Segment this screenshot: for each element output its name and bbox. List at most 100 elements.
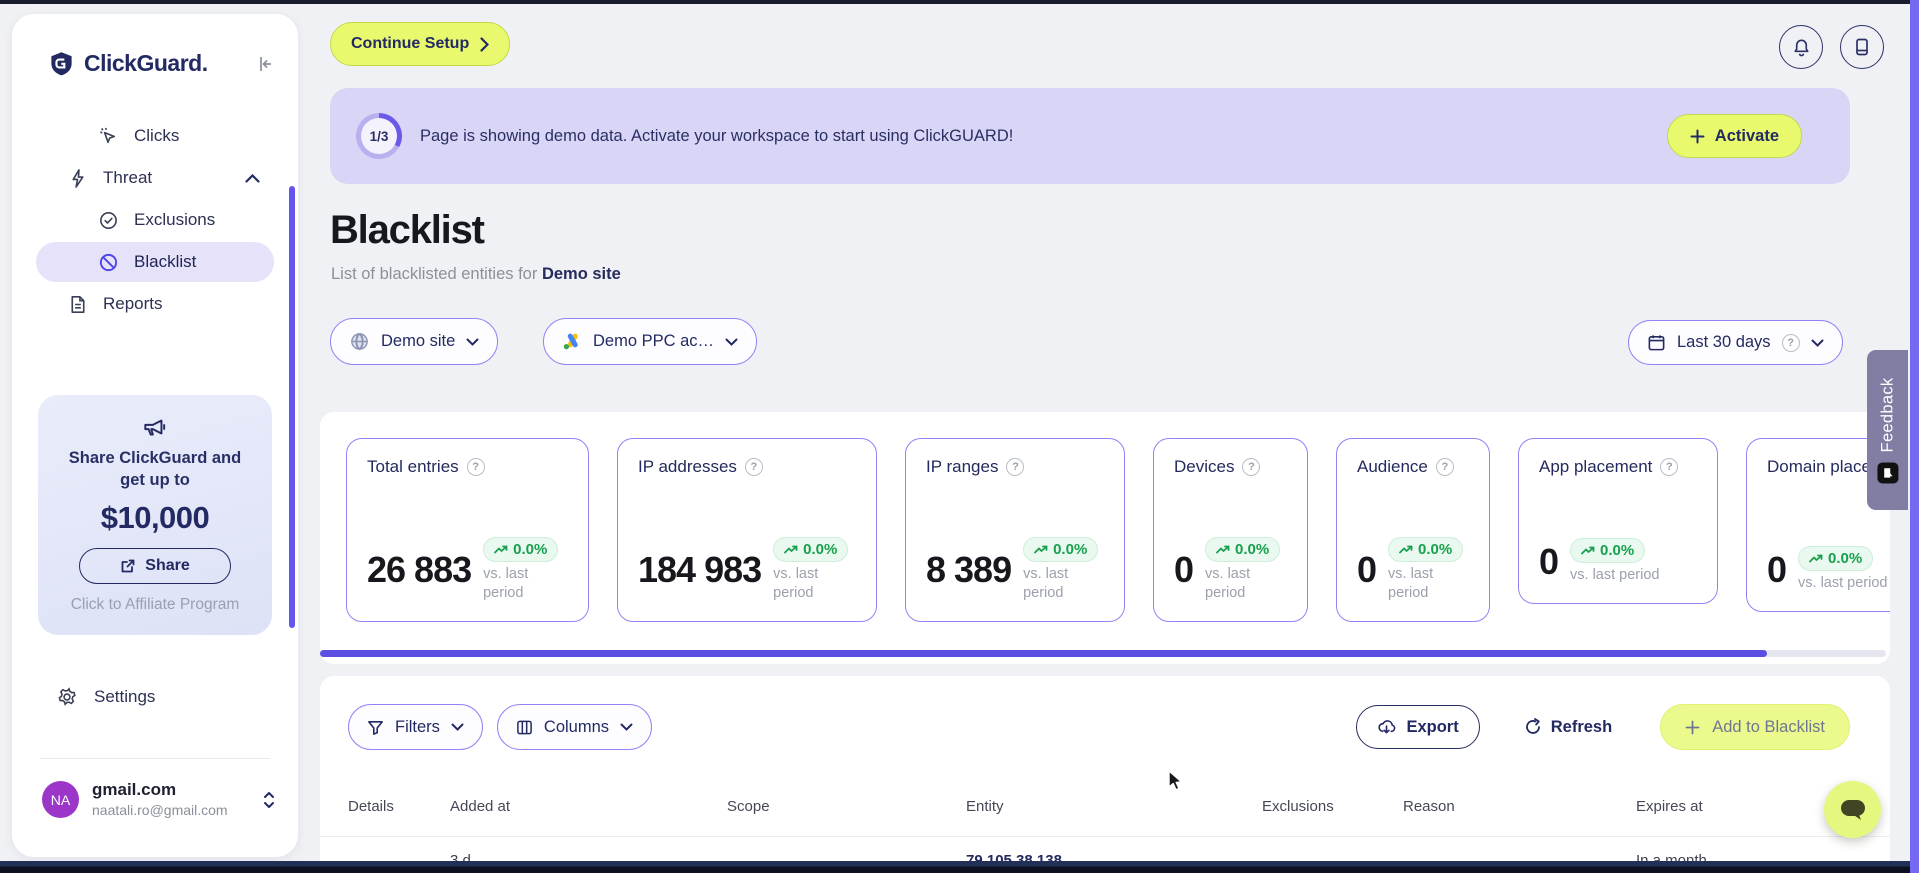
trend-up-icon — [1809, 554, 1823, 563]
stat-card-title: IP addresses — [638, 457, 737, 476]
help-icon[interactable]: ? — [744, 458, 763, 476]
divider — [320, 836, 1890, 837]
avatar: NA — [42, 781, 79, 819]
table-row[interactable]: 3 d 79.105.38.138 In a month — [348, 852, 1890, 861]
trend-up-icon — [1034, 545, 1048, 554]
column-header-scope[interactable]: Scope — [727, 798, 966, 815]
filter-icon — [367, 719, 384, 736]
collapse-sidebar-icon[interactable] — [256, 54, 276, 74]
cell-expires-at: In a month — [1636, 852, 1707, 861]
stat-card-title: Audience — [1357, 457, 1428, 476]
continue-setup-button[interactable]: Continue Setup — [330, 22, 511, 66]
activate-button[interactable]: Activate — [1666, 114, 1802, 158]
plus-icon — [1685, 720, 1700, 735]
banner-message: Page is showing demo data. Activate your… — [420, 126, 1014, 145]
stats-horizontal-scrollbar-thumb[interactable] — [320, 650, 1767, 657]
stats-panel: Total entries ? 26 883 0.0% vs. last per… — [320, 412, 1890, 664]
export-button[interactable]: Export — [1356, 705, 1480, 749]
chevron-right-icon — [480, 36, 490, 52]
column-header-entity[interactable]: Entity — [966, 798, 1262, 815]
help-icon[interactable]: ? — [1242, 458, 1261, 476]
stat-card-total-entries: Total entries ? 26 883 0.0% vs. last per… — [346, 438, 589, 622]
page-vertical-scrollbar[interactable] — [1910, 0, 1919, 873]
column-header-exclusions[interactable]: Exclusions — [1262, 798, 1403, 815]
chat-launcher-button[interactable] — [1824, 781, 1881, 838]
sidebar-item-settings[interactable]: Settings — [56, 686, 155, 708]
trend-up-icon — [494, 545, 508, 554]
stats-horizontal-scrollbar-track[interactable] — [320, 650, 1886, 657]
column-header-expires-at[interactable]: Expires at — [1636, 798, 1846, 815]
demo-data-banner: 1/3 Page is showing demo data. Activate … — [330, 88, 1850, 184]
sidebar-item-exclusions[interactable]: Exclusions — [36, 200, 274, 240]
chevron-down-icon — [725, 338, 738, 346]
account-switcher[interactable]: NA gmail.com naatali.ro@gmail.com — [42, 780, 276, 819]
date-range-label: Last 30 days — [1677, 333, 1771, 351]
sidebar-item-blacklist[interactable]: Blacklist — [36, 242, 274, 282]
sidebar-scrollbar[interactable] — [289, 186, 295, 628]
trend-up-icon — [784, 545, 798, 554]
sidebar-item-label: Reports — [103, 294, 163, 313]
chevron-down-icon — [466, 338, 479, 346]
calendar-icon — [1647, 333, 1666, 352]
clicks-cursor-icon — [98, 126, 119, 147]
refresh-button[interactable]: Refresh — [1518, 717, 1618, 738]
help-icon[interactable]: ? — [1435, 458, 1454, 476]
filters-dropdown[interactable]: Filters — [348, 704, 483, 750]
chevron-up-icon[interactable] — [245, 173, 260, 183]
page-subtitle-text: List of blacklisted entities for — [331, 265, 538, 283]
chat-bubble-icon — [1840, 798, 1866, 822]
site-selector[interactable]: Demo site — [330, 318, 499, 365]
sidebar-item-threat[interactable]: Threat — [36, 158, 274, 198]
notifications-button[interactable] — [1779, 25, 1823, 69]
activate-label: Activate — [1714, 126, 1779, 145]
add-to-blacklist-button[interactable]: Add to Blacklist — [1660, 704, 1850, 750]
help-icon[interactable]: ? — [1006, 458, 1025, 476]
logo-text: ClickGuard. — [84, 50, 208, 76]
sidebar: ClickGuard. Clicks Threat Exclusions Bla… — [12, 14, 298, 857]
date-range-picker[interactable]: Last 30 days ? — [1628, 320, 1843, 365]
help-icon[interactable]: ? — [1660, 458, 1679, 476]
trend-up-icon — [1216, 545, 1230, 554]
stat-card-app-placement: App placement ? 0 0.0% vs. last period — [1518, 438, 1718, 604]
cell-entity[interactable]: 79.105.38.138 — [966, 852, 1262, 861]
help-icon: ? — [1781, 333, 1800, 352]
add-to-blacklist-label: Add to Blacklist — [1712, 717, 1825, 736]
sidebar-item-clicks[interactable]: Clicks — [36, 116, 274, 156]
page-subtitle: List of blacklisted entities for Demo si… — [331, 265, 621, 284]
stat-card-title: Total entries — [367, 457, 459, 476]
columns-dropdown[interactable]: Columns — [496, 704, 653, 750]
ppc-account-label: Demo PPC ac… — [593, 332, 715, 350]
page-title: Blacklist — [330, 208, 485, 252]
page-subtitle-site: Demo site — [541, 265, 621, 283]
stat-card-value: 184 983 — [638, 549, 762, 591]
compare-label: vs. last period — [483, 566, 529, 602]
feedback-tab[interactable]: Feedback — [1867, 350, 1908, 510]
stat-card-value: 0 — [1767, 548, 1787, 590]
column-header-details[interactable]: Details — [348, 798, 450, 815]
compare-label: vs. last period — [1388, 566, 1434, 602]
ppc-account-selector[interactable]: Demo PPC ac… — [543, 318, 758, 365]
filters-label: Filters — [395, 717, 440, 736]
stat-card-value: 0 — [1357, 549, 1377, 591]
chevron-down-icon — [1811, 339, 1824, 347]
table-header-row: Details Added at Scope Entity Exclusions… — [348, 798, 1890, 815]
sidebar-item-reports[interactable]: Reports — [36, 284, 274, 324]
trend-badge: 0.0% — [1798, 546, 1874, 572]
column-header-reason[interactable]: Reason — [1403, 798, 1636, 815]
stat-card-value: 8 389 — [926, 549, 1012, 591]
trend-up-icon — [1399, 545, 1413, 554]
help-icon[interactable]: ? — [466, 458, 485, 476]
docs-button[interactable] — [1840, 25, 1884, 69]
column-header-added-at[interactable]: Added at — [450, 798, 727, 815]
stat-card-title: Devices — [1174, 457, 1235, 476]
external-link-icon — [120, 558, 136, 574]
affiliate-link-label[interactable]: Click to Affiliate Program — [38, 596, 272, 614]
share-button[interactable]: Share — [79, 547, 231, 584]
feedback-label: Feedback — [1878, 377, 1896, 452]
settings-label: Settings — [94, 687, 156, 706]
stat-card-ip-addresses: IP addresses ? 184 983 0.0% vs. last per… — [617, 438, 877, 622]
trend-badge: 0.0% — [1570, 538, 1646, 564]
stats-row: Total entries ? 26 883 0.0% vs. last per… — [320, 412, 1890, 648]
affiliate-promo-card[interactable]: Share ClickGuard and get up to $10,000 S… — [38, 395, 272, 635]
export-label: Export — [1406, 717, 1459, 736]
